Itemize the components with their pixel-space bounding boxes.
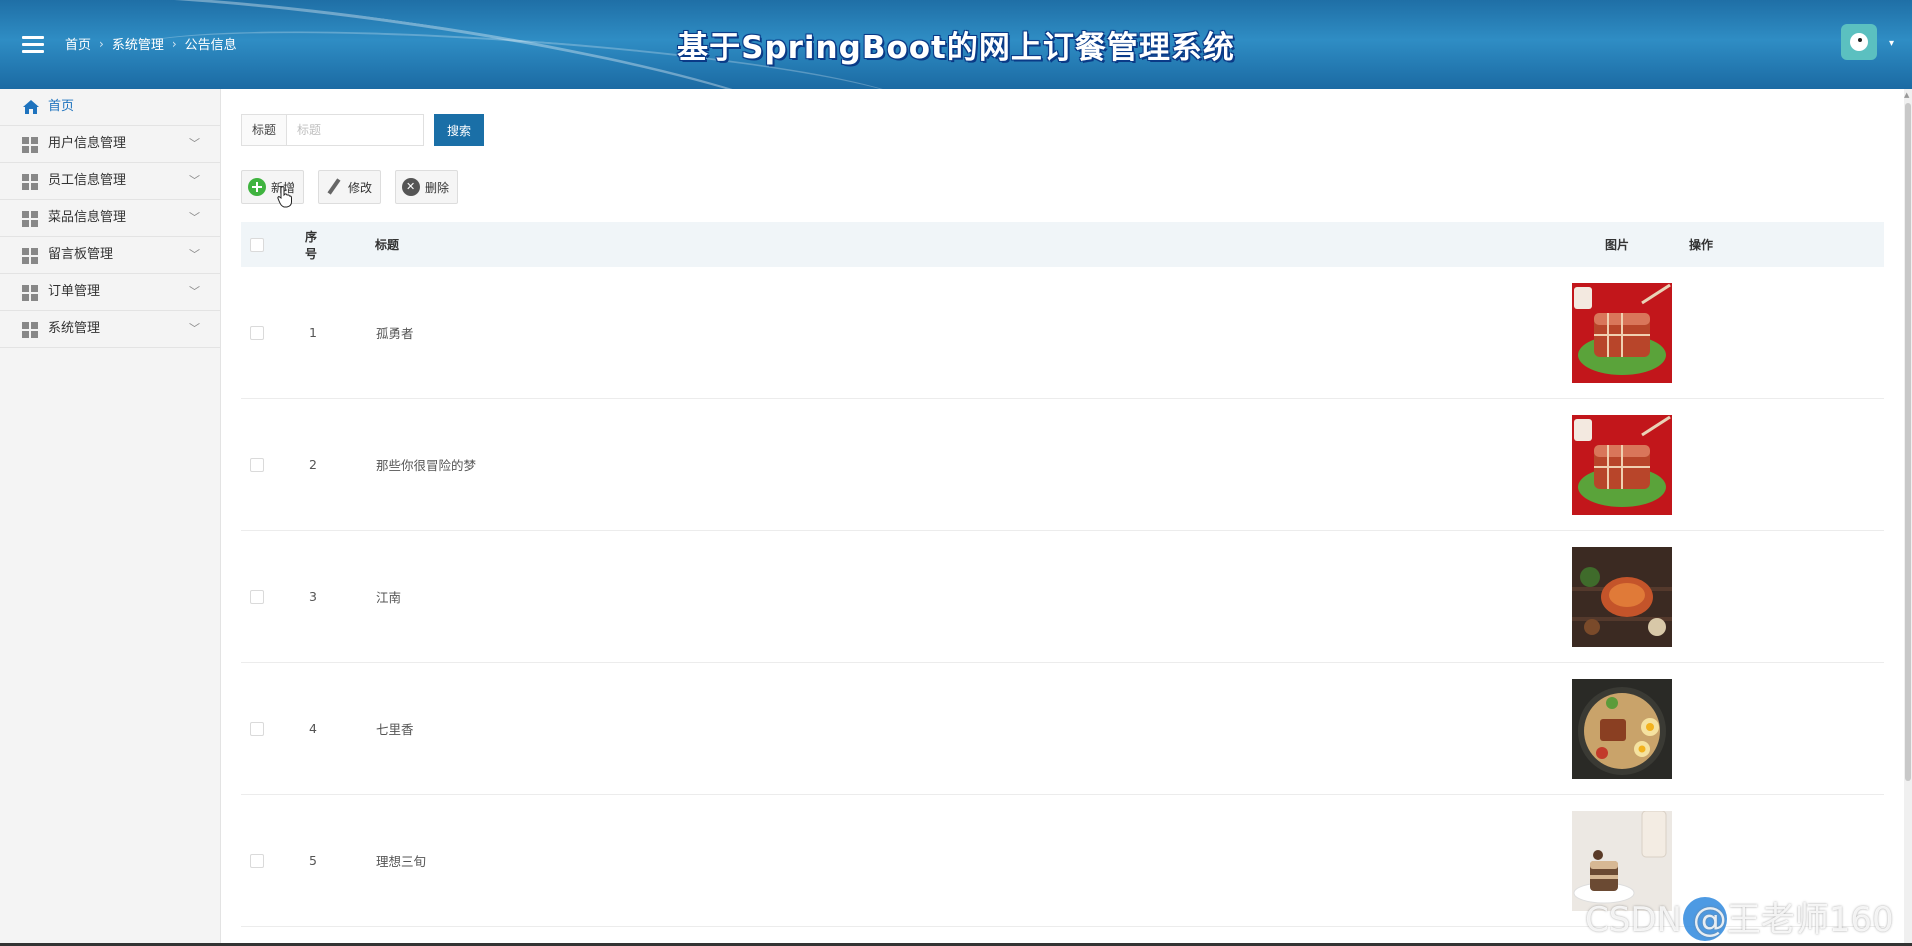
column-header-title: 标题 [375, 238, 400, 252]
table-row[interactable]: 2 那些你很冒险的梦 [241, 399, 1884, 531]
row-index: 3 [309, 589, 317, 604]
sidebar: 首页 用户信息管理 ﹀ 员工信息管理 ﹀ 菜品信息管理 ﹀ 留言板管理 ﹀ 订单… [0, 89, 221, 946]
grid-icon [22, 174, 38, 190]
column-header-index: 序号 [305, 229, 318, 261]
chevron-down-icon: ﹀ [189, 137, 200, 150]
chevron-down-icon: ﹀ [189, 322, 200, 335]
row-checkbox[interactable] [250, 853, 264, 868]
column-header-action: 操作 [1689, 238, 1714, 252]
search-bar: 标题 搜索 [241, 114, 485, 146]
sidebar-item-user-info[interactable]: 用户信息管理 ﹀ [0, 126, 220, 163]
grid-icon [22, 211, 38, 227]
column-header-image: 图片 [1605, 238, 1630, 252]
delete-button[interactable]: 删除 [395, 170, 459, 204]
vertical-scrollbar[interactable]: ▲ [1904, 89, 1912, 946]
row-title: 孤勇者 [376, 326, 414, 341]
avatar[interactable] [1841, 24, 1877, 60]
search-button[interactable]: 搜索 [434, 114, 485, 146]
site-title: 基于SpringBoot的网上订餐管理系统 [677, 30, 1235, 66]
row-index: 5 [309, 853, 317, 868]
row-checkbox[interactable] [250, 589, 264, 604]
table-row[interactable]: 4 七里香 [241, 663, 1884, 795]
edit-button[interactable]: 修改 [318, 170, 382, 204]
row-checkbox[interactable] [250, 325, 264, 340]
row-index: 1 [309, 325, 317, 340]
sidebar-item-label: 用户信息管理 [48, 136, 127, 151]
row-checkbox[interactable] [250, 721, 264, 736]
row-title: 那些你很冒险的梦 [376, 458, 477, 473]
delete-button-label: 删除 [425, 180, 450, 195]
row-index: 2 [309, 457, 317, 472]
food-image-icon[interactable] [1572, 414, 1672, 515]
sidebar-item-label: 留言板管理 [48, 247, 114, 262]
main-content: 标题 搜索 新增 修改 删除 序号 标题 图片 操作 1 [221, 89, 1912, 946]
grid-icon [22, 322, 38, 338]
sidebar-item-message-board[interactable]: 留言板管理 ﹀ [0, 237, 220, 274]
table-header: 序号 标题 图片 操作 [241, 222, 1884, 267]
chevron-down-icon: ﹀ [189, 174, 200, 187]
user-avatar-icon [1850, 33, 1868, 51]
table-row[interactable]: 3 江南 [241, 531, 1884, 663]
pencil-icon [325, 178, 343, 196]
food-image-icon[interactable] [1572, 546, 1672, 647]
grid-icon [22, 248, 38, 264]
sidebar-item-label: 订单管理 [48, 284, 101, 299]
sidebar-item-dish-info[interactable]: 菜品信息管理 ﹀ [0, 200, 220, 237]
chevron-down-icon: ﹀ [189, 285, 200, 298]
sidebar-item-label: 系统管理 [48, 321, 101, 336]
row-index: 4 [309, 721, 317, 736]
close-circle-icon [402, 178, 421, 196]
watermark: CSDN @王老师160 [1585, 900, 1894, 940]
sidebar-item-label: 菜品信息管理 [48, 210, 127, 225]
scroll-up-icon[interactable]: ▲ [1904, 91, 1909, 99]
table-row[interactable]: 1 孤勇者 [241, 267, 1884, 399]
row-title: 七里香 [376, 722, 414, 737]
sidebar-item-orders[interactable]: 订单管理 ﹀ [0, 274, 220, 311]
chevron-down-icon: ﹀ [189, 211, 200, 224]
search-label: 标题 [241, 114, 287, 146]
row-title: 江南 [376, 590, 402, 605]
sidebar-item-home[interactable]: 首页 [0, 89, 220, 126]
edit-button-label: 修改 [348, 180, 373, 195]
top-header: 首页 › 系统管理 › 公告信息 基于SpringBoot的网上订餐管理系统 ▾ [0, 0, 1912, 89]
search-input[interactable] [286, 114, 425, 146]
sidebar-item-system[interactable]: 系统管理 ﹀ [0, 311, 220, 348]
sidebar-item-staff-info[interactable]: 员工信息管理 ﹀ [0, 163, 220, 200]
select-all-checkbox[interactable] [250, 237, 264, 252]
add-button[interactable]: 新增 [241, 170, 305, 204]
chevron-down-icon: ﹀ [189, 248, 200, 261]
sidebar-item-label: 首页 [48, 99, 75, 114]
plus-circle-icon [248, 178, 266, 196]
row-checkbox[interactable] [250, 457, 264, 472]
toolbar: 新增 修改 删除 [241, 170, 459, 204]
caret-down-icon[interactable]: ▾ [1889, 38, 1894, 49]
hand-cursor-icon [277, 186, 292, 208]
notice-table: 序号 标题 图片 操作 1 孤勇者 2 那些你很冒险的梦 3 江南 4 七里香 … [241, 222, 1884, 927]
grid-icon [22, 285, 38, 301]
scrollbar-thumb[interactable] [1905, 103, 1911, 781]
food-image-icon[interactable] [1572, 282, 1672, 383]
food-image-icon[interactable] [1572, 678, 1672, 779]
home-icon [23, 100, 39, 114]
grid-icon [22, 137, 38, 153]
row-title: 理想三旬 [376, 854, 427, 869]
sidebar-item-label: 员工信息管理 [48, 173, 127, 188]
